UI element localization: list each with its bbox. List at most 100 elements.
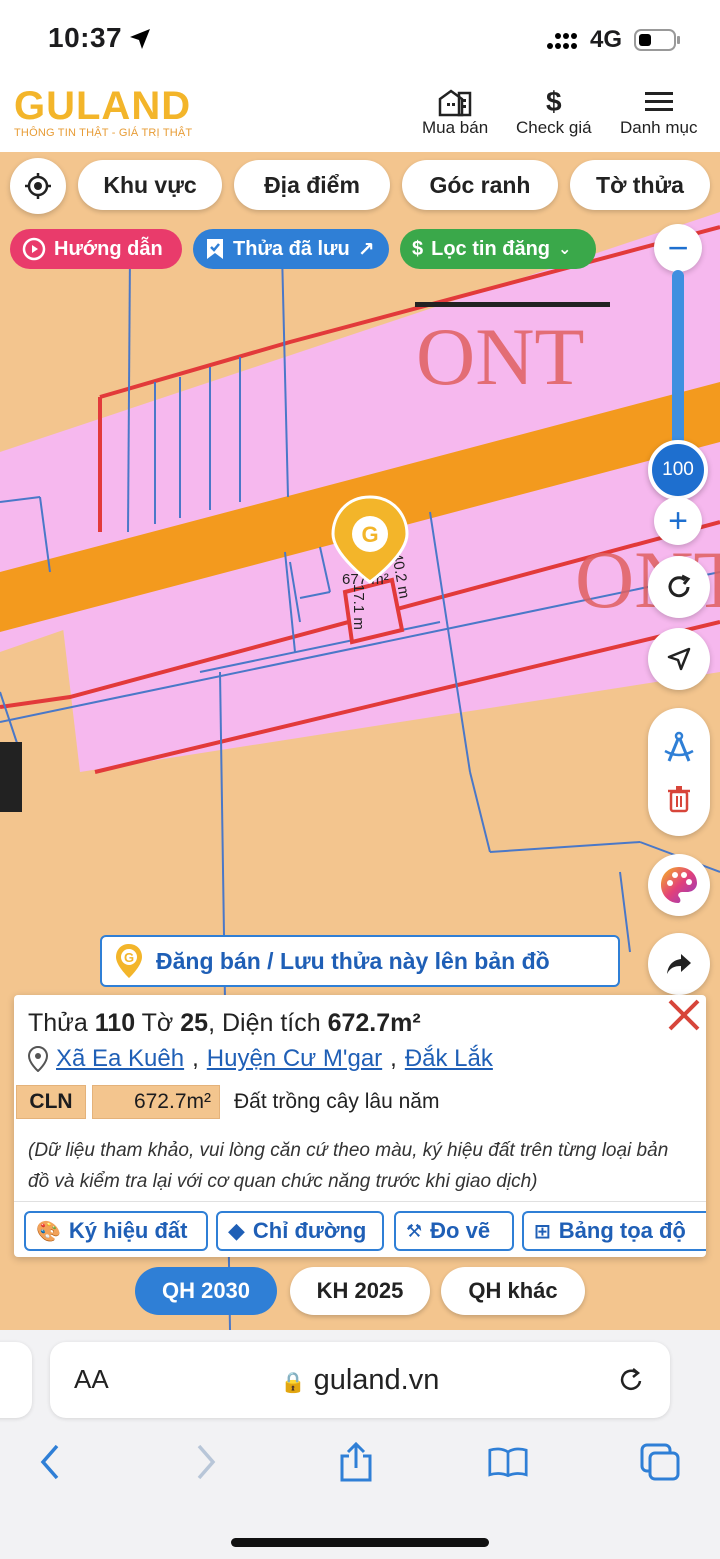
reload-icon[interactable]: [618, 1366, 646, 1394]
bookmarks-button[interactable]: [488, 1440, 528, 1484]
sheet-number: 25: [180, 1009, 209, 1037]
directions-button[interactable]: ◆ Chỉ đường: [216, 1211, 384, 1251]
battery-icon: [634, 29, 680, 51]
disclaimer-note: (Dữ liệu tham khảo, vui lòng căn cứ theo…: [28, 1140, 669, 1192]
tabs-button[interactable]: [640, 1440, 680, 1484]
share-button[interactable]: [648, 933, 710, 995]
chevron-right-icon: [197, 1444, 216, 1480]
nav-check-gia[interactable]: $ Check giá: [516, 86, 592, 138]
post-listing-bar[interactable]: G Đăng bán / Lưu thửa này lên bản đồ: [100, 935, 620, 987]
zoom-level-handle[interactable]: 100: [648, 440, 708, 500]
filter-goc-ranh[interactable]: Góc ranh: [402, 160, 558, 210]
refresh-icon: [668, 574, 691, 598]
tabs-icon: [640, 1443, 680, 1481]
lock-icon: 🔒: [280, 1372, 306, 1394]
filter-listings-button[interactable]: $ Lọc tin đăng ⌄: [400, 229, 596, 269]
land-symbol-button[interactable]: 🎨 Ký hiệu đất: [24, 1211, 208, 1251]
back-button[interactable]: [30, 1440, 70, 1484]
coordinate-table-button[interactable]: ⊞ Bảng tọa độ: [522, 1211, 706, 1251]
share-icon: [340, 1442, 372, 1482]
land-code-badge: CLN: [16, 1085, 86, 1119]
nav-mua-ban[interactable]: Mua bán: [422, 86, 488, 138]
measure-label: Đo vẽ: [430, 1218, 491, 1243]
location-arrow-icon: [130, 29, 150, 49]
plan-kh-2025[interactable]: KH 2025: [290, 1267, 430, 1315]
crosshair-icon: [25, 173, 51, 199]
svg-text:G: G: [361, 522, 378, 547]
share-sheet-button[interactable]: [336, 1440, 376, 1484]
nav-danh-muc-label: Danh mục: [620, 118, 698, 137]
ward-link[interactable]: Xã Ea Kuêh: [56, 1045, 184, 1073]
network-type: 4G: [589, 26, 622, 53]
nav-mua-ban-label: Mua bán: [422, 118, 489, 137]
post-listing-label: Đăng bán / Lưu thửa này lên bản đồ: [156, 947, 550, 974]
map-style-button[interactable]: [648, 854, 710, 916]
district-link[interactable]: Huyện Cư M'gar: [207, 1045, 382, 1073]
status-bar: 10:37 4G: [0, 0, 720, 80]
dollar-small-icon: $: [412, 237, 424, 260]
close-icon[interactable]: [664, 995, 704, 1035]
table-icon: ⊞: [534, 1220, 551, 1243]
directions-label: Chỉ đường: [252, 1218, 367, 1243]
logo-tagline: THÔNG TIN THẬT - GIÁ TRỊ THẬT: [14, 127, 193, 139]
share-arrow-icon: [667, 954, 691, 974]
nav-danh-muc[interactable]: Danh mục: [620, 86, 697, 138]
plus-icon: +: [668, 502, 688, 540]
plan-qh-khac[interactable]: QH khác: [441, 1267, 585, 1315]
zoom-slider-fill: [672, 270, 684, 460]
status-indicators: 4G: [546, 26, 682, 54]
guland-logo[interactable]: GULAND THÔNG TIN THẬT - GIÁ TRỊ THẬT: [14, 84, 193, 139]
palette-small-icon: 🎨: [36, 1220, 61, 1243]
navigate-button[interactable]: [648, 628, 710, 690]
locate-button[interactable]: [10, 158, 66, 214]
zoom-out-button[interactable]: −: [654, 224, 702, 272]
measure-button[interactable]: ⚒ Đo vẽ: [394, 1211, 514, 1251]
menu-icon: [644, 92, 673, 111]
compass-draw-icon[interactable]: [661, 731, 697, 765]
sheet-word: Tờ: [141, 1009, 174, 1037]
zoom-in-button[interactable]: +: [654, 497, 702, 545]
area-word: , Diện tích: [208, 1009, 321, 1037]
trash-icon[interactable]: [667, 785, 691, 813]
parcel-info-card: Thửa 110 Tờ 25, Diện tích 672.7m² Xã Ea …: [14, 995, 706, 1257]
location-pin-icon: [28, 1046, 48, 1072]
previous-tab-peek[interactable]: [0, 1342, 32, 1418]
coordinate-table-label: Bảng tọa độ: [558, 1218, 686, 1243]
land-area-badge: 672.7m²: [92, 1085, 220, 1119]
parcel-area: 672.7m²: [327, 1009, 421, 1037]
building-icon: [438, 89, 472, 117]
dollar-icon: $: [546, 86, 562, 117]
browser-toolbar: AA 🔒 guland.vn: [0, 1330, 720, 1559]
forward-button[interactable]: [186, 1440, 226, 1484]
card-divider: [14, 1201, 706, 1202]
plan-qh-2030[interactable]: QH 2030: [135, 1267, 277, 1315]
compass-small-icon: ⚒: [406, 1220, 423, 1241]
map-label-ont: ONT: [416, 311, 585, 402]
directions-icon: ◆: [228, 1218, 245, 1243]
logo-wordmark: GULAND: [14, 84, 192, 128]
navigation-arrow-icon: [667, 647, 691, 671]
guland-pin-icon: G: [116, 944, 142, 978]
address-bar[interactable]: AA 🔒 guland.vn: [50, 1342, 670, 1418]
parcel-word: Thửa: [28, 1009, 88, 1037]
guide-button[interactable]: Hướng dẫn: [10, 229, 182, 269]
province-link[interactable]: Đắk Lắk: [405, 1045, 493, 1073]
filter-khu-vuc[interactable]: Khu vực: [78, 160, 222, 210]
filter-to-thua[interactable]: Tờ thửa: [570, 160, 710, 210]
guide-label: Hướng dẫn: [54, 237, 163, 260]
book-icon: [488, 1447, 528, 1478]
refresh-button[interactable]: [648, 556, 710, 618]
chevron-down-icon: ⌄: [558, 241, 572, 258]
parcel-address: Xã Ea Kuêh, Huyện Cư M'gar, Đắk Lắk: [28, 1045, 493, 1073]
filter-dia-diem[interactable]: Địa điểm: [234, 160, 390, 210]
svg-text:G: G: [124, 950, 134, 965]
parcel-side-b: 17.1 m: [350, 584, 367, 630]
signal-icon: [546, 33, 577, 49]
url-display[interactable]: 🔒 guland.vn: [50, 1364, 670, 1397]
saved-parcels-button[interactable]: Thửa đã lưu ↗: [193, 229, 389, 269]
chevron-left-icon: [40, 1444, 59, 1480]
bookmark-check-icon: [207, 239, 223, 259]
land-use-row: CLN 672.7m² Đất trồng cây lâu năm: [16, 1085, 439, 1119]
palette-icon: [661, 867, 697, 903]
play-circle-icon: [22, 237, 46, 261]
